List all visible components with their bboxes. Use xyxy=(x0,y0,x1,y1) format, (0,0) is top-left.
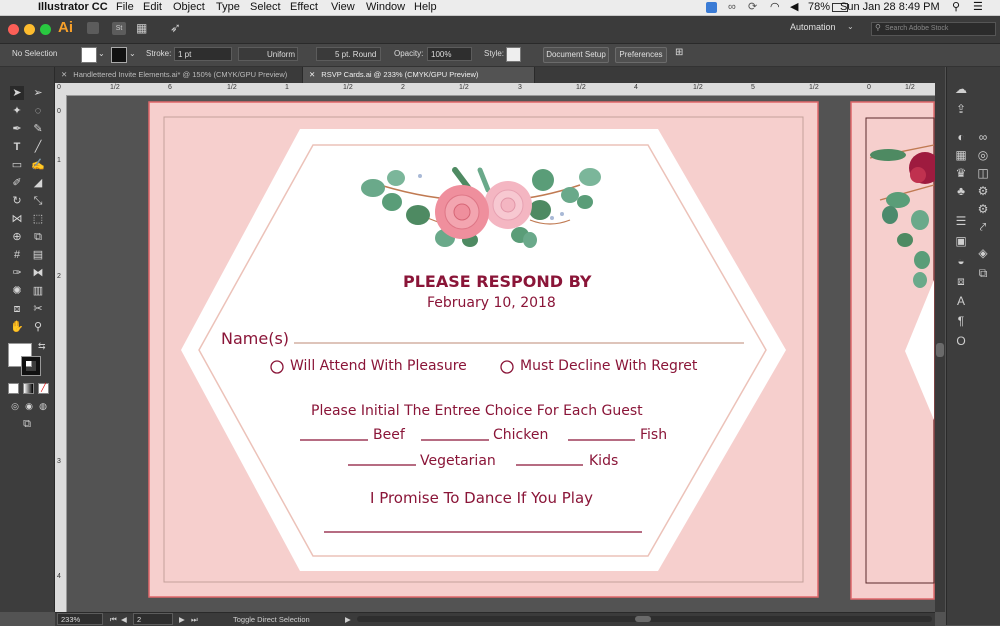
vertical-scrollbar[interactable] xyxy=(935,67,945,612)
status-menu-icon[interactable]: ▶ xyxy=(345,615,351,624)
zoom-level-field[interactable]: 233% xyxy=(57,613,103,625)
graphic-styles-icon[interactable]: ◫ xyxy=(975,165,991,181)
attend-label: Will Attend With Pleasure xyxy=(290,358,467,374)
links-icon[interactable]: ∞ xyxy=(975,129,991,145)
beef-label: Beef xyxy=(373,427,405,443)
stroke-panel-icon[interactable]: ☰ xyxy=(953,213,969,229)
status-tool-readout[interactable]: Toggle Direct Selection xyxy=(233,615,310,624)
align-panel-icon[interactable]: ⚙ xyxy=(975,201,991,217)
last-artboard-icon[interactable]: ⏭ xyxy=(191,615,198,625)
asset-export-icon[interactable]: ⇪ xyxy=(953,101,969,117)
horizontal-scrollbar[interactable] xyxy=(357,616,932,622)
previous-artboard-icon[interactable]: ◀ xyxy=(121,615,127,624)
image-trace-icon[interactable]: ⧈ xyxy=(953,273,969,289)
appearance-icon[interactable]: ◎ xyxy=(975,147,991,163)
cc-libraries-icon[interactable]: ☁ xyxy=(953,81,969,97)
transform-icon[interactable]: ⚙ xyxy=(975,183,991,199)
fish-label: Fish xyxy=(640,427,668,443)
brushes-icon[interactable]: ♛ xyxy=(953,165,969,181)
vertical-scroll-thumb[interactable] xyxy=(936,343,944,357)
kids-label: Kids xyxy=(589,453,619,469)
names-label: Name(s) xyxy=(221,329,290,348)
panel-dock: ☁ ⇪ ◐ ∞ ▦ ◎ ♛ ◫ ♣ ⚙ ⚙ ☰ ⤤ ▣ ◒ ◈ ⧉ ⧈ A ¶ … xyxy=(946,67,1000,625)
dance-line: I Promise To Dance If You Play xyxy=(370,489,594,507)
horizontal-scroll-thumb[interactable] xyxy=(635,616,651,622)
entree-heading: Please Initial The Entree Choice For Eac… xyxy=(311,403,643,419)
symbols-icon[interactable]: ♣ xyxy=(953,183,969,199)
canvas[interactable] xyxy=(0,0,1000,625)
opentype-icon[interactable]: O xyxy=(953,333,969,349)
respond-heading: PLEASE RESPOND BY xyxy=(403,272,592,291)
artboards-icon[interactable]: ⧉ xyxy=(975,265,991,281)
chicken-label: Chicken xyxy=(493,427,549,443)
first-artboard-icon[interactable]: ⏮ xyxy=(110,615,117,625)
character-icon[interactable]: A xyxy=(953,293,969,309)
color-icon[interactable]: ◐ xyxy=(953,129,969,145)
gradient-panel-icon[interactable]: ▣ xyxy=(953,233,969,249)
decline-label: Must Decline With Regret xyxy=(520,358,698,374)
artboard-number-field[interactable]: 2 xyxy=(133,613,173,625)
vegetarian-label: Vegetarian xyxy=(420,453,496,469)
pathfinder-icon[interactable]: ⤤ xyxy=(975,219,991,235)
transparency-icon[interactable]: ◒ xyxy=(953,253,969,269)
respond-date: February 10, 2018 xyxy=(427,295,556,311)
layers-icon[interactable]: ◈ xyxy=(975,245,991,261)
status-bar: 233% ⏮ ◀ 2 ▶ ⏭ Toggle Direct Selection ▶ xyxy=(55,612,935,626)
swatches-icon[interactable]: ▦ xyxy=(953,147,969,163)
paragraph-icon[interactable]: ¶ xyxy=(953,313,969,329)
next-artboard-icon[interactable]: ▶ xyxy=(179,615,185,624)
